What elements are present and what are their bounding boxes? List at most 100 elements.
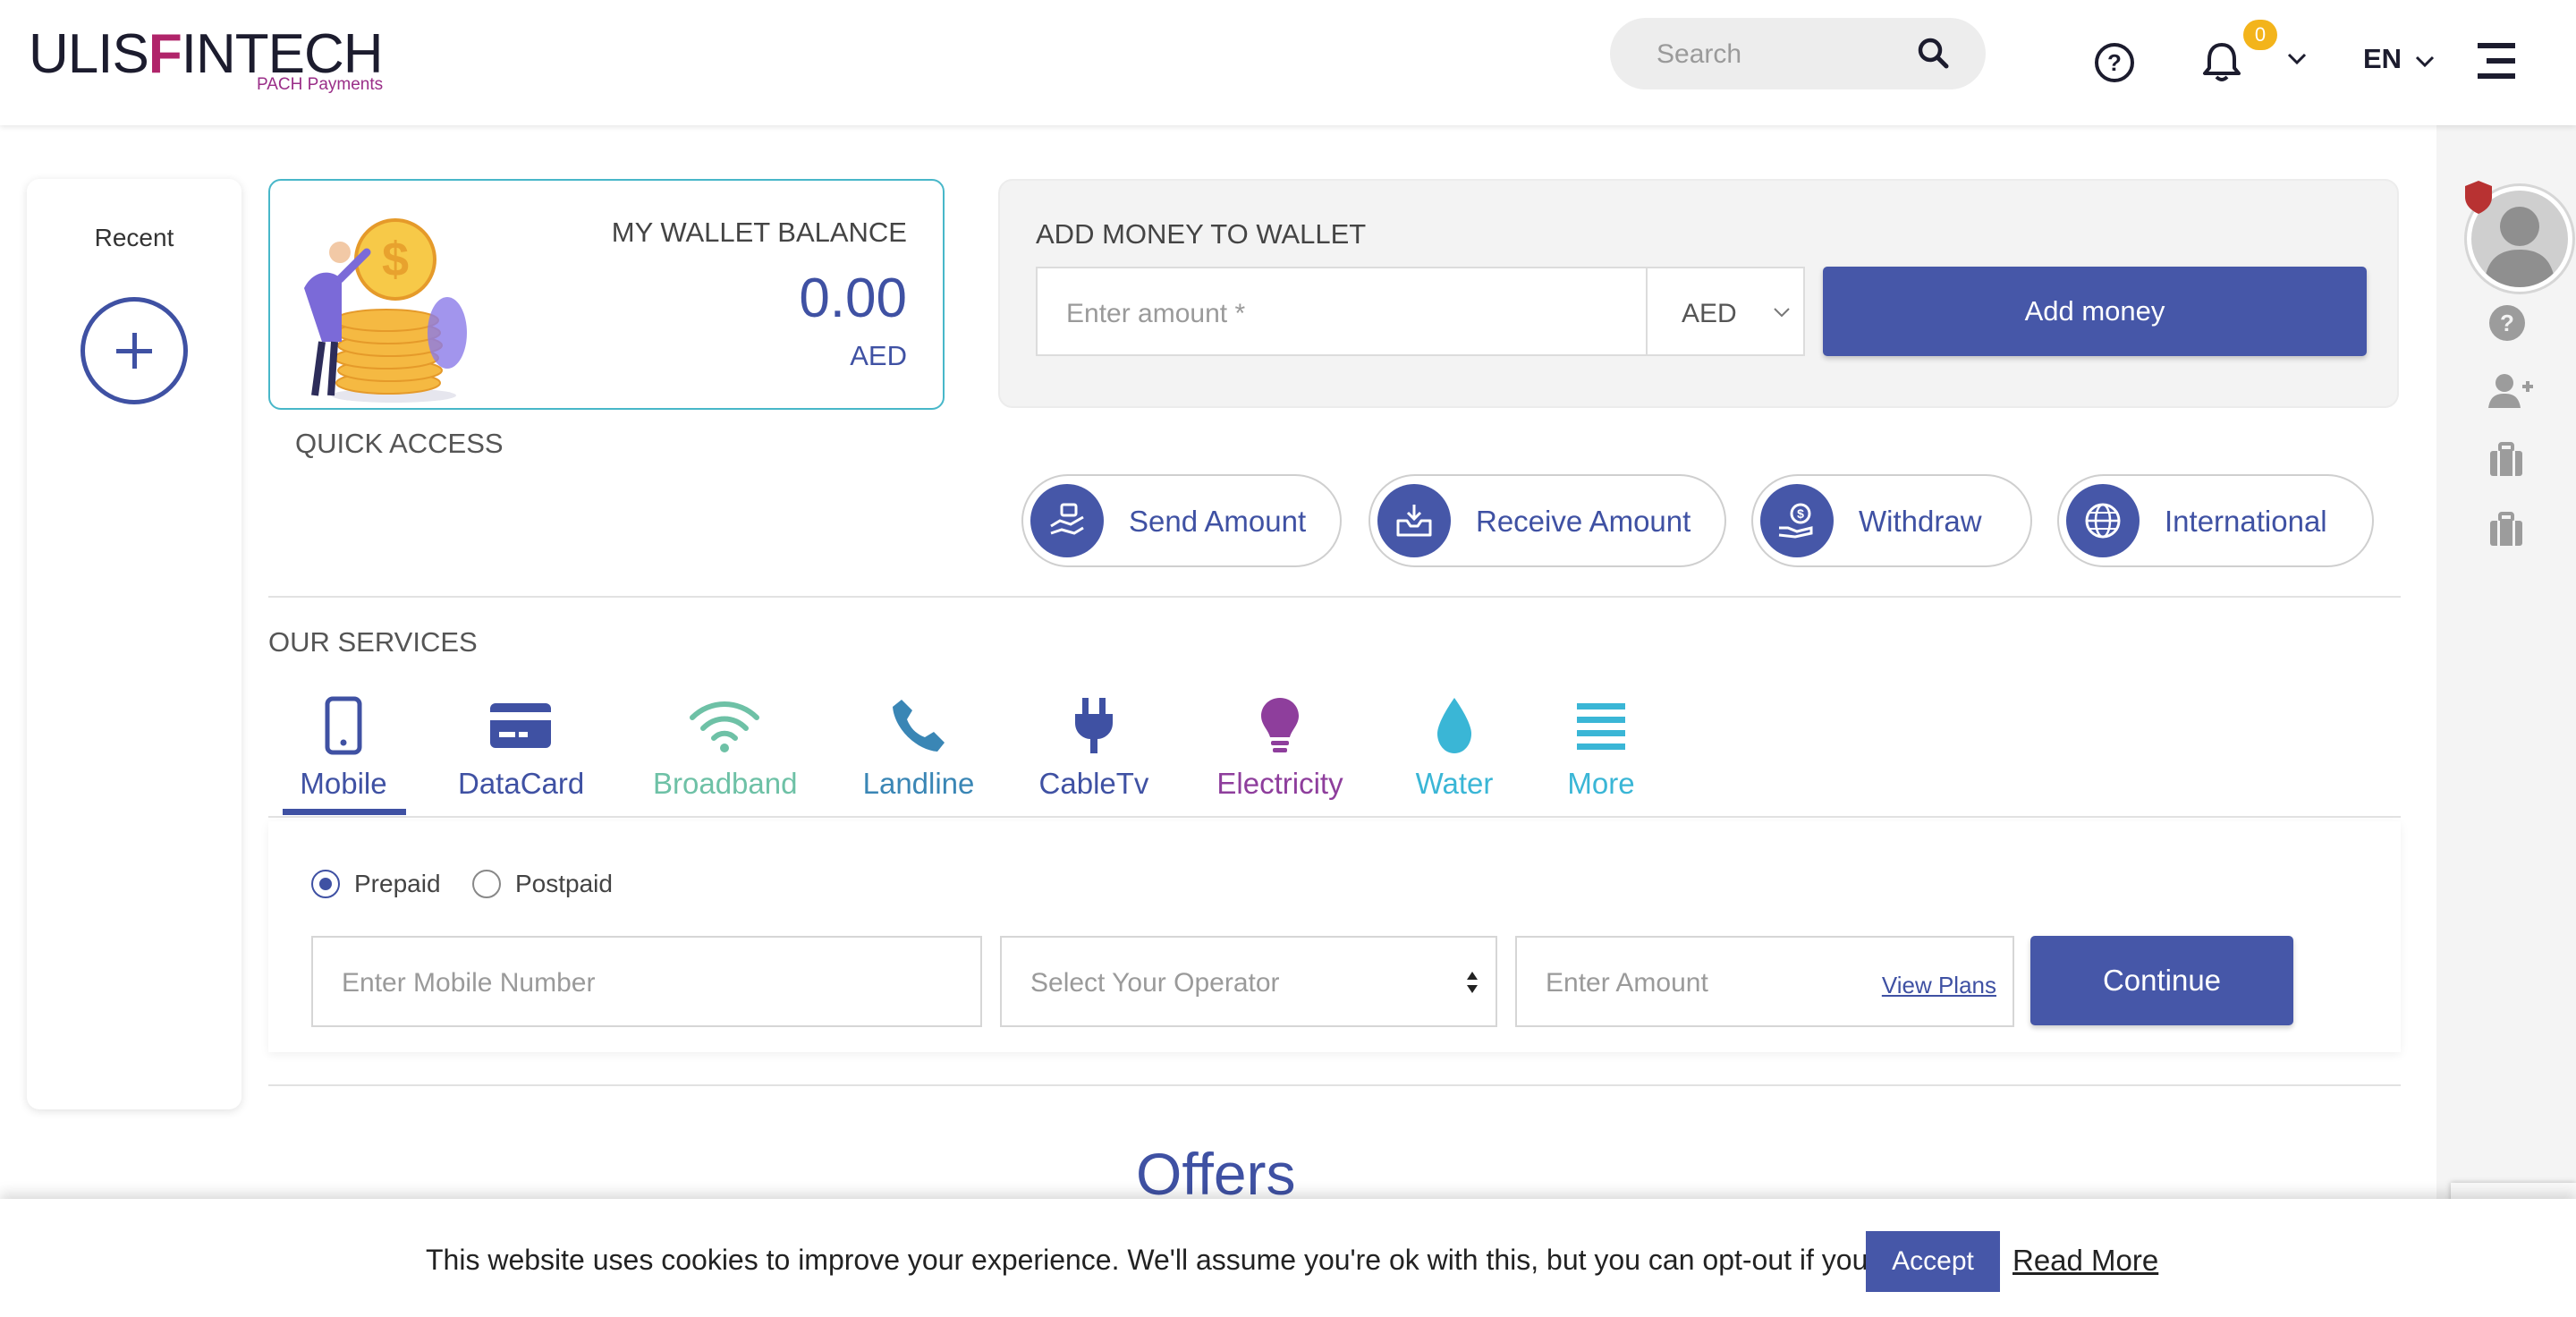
amount-placeholder[interactable]: Enter Amount [1546, 968, 1708, 998]
divider [268, 596, 2401, 598]
chevron-down-icon [1774, 308, 1790, 318]
add-money-title: ADD MONEY TO WALLET [1036, 218, 1367, 250]
plug-icon [1075, 698, 1113, 753]
international-button[interactable]: International [2057, 474, 2374, 567]
send-amount-label: Send Amount [1129, 505, 1307, 538]
tab-more[interactable]: More [1556, 696, 1646, 801]
amount-input[interactable]: Enter Amount View Plans [1515, 936, 2014, 1027]
withdraw-hand-icon: $ [1760, 484, 1834, 557]
tab-water-label: Water [1415, 767, 1494, 800]
add-money-button[interactable]: Add money [1823, 267, 2367, 356]
tab-mobile-label: Mobile [300, 767, 387, 800]
tab-more-label: More [1567, 767, 1635, 800]
divider [268, 1084, 2401, 1086]
language-label: EN [2363, 43, 2402, 74]
water-drop-icon [1437, 698, 1471, 753]
phone-icon [893, 700, 945, 752]
tab-cabletv-label: CableTv [1038, 767, 1149, 800]
globe-icon [2066, 484, 2140, 557]
bell-icon[interactable] [2200, 39, 2243, 89]
tab-landline[interactable]: Landline [860, 696, 977, 801]
offers-title: Offers [1136, 1141, 1296, 1207]
top-header: ULISFINTECH PACH Payments Search ? 0 EN [0, 0, 2576, 125]
withdraw-label: Withdraw [1859, 505, 1982, 538]
hamburger-menu-icon[interactable] [2478, 41, 2515, 85]
postpaid-radio[interactable] [472, 870, 501, 898]
tab-broadband-label: Broadband [653, 767, 798, 800]
currency-select[interactable]: AED [1646, 267, 1805, 356]
continue-button[interactable]: Continue [2030, 936, 2293, 1025]
view-plans-link[interactable]: View Plans [1882, 972, 1996, 999]
tab-electricity[interactable]: Electricity [1213, 696, 1347, 801]
tab-water[interactable]: Water [1410, 696, 1499, 801]
svg-text:$: $ [382, 233, 409, 286]
briefcase-icon[interactable] [2488, 442, 2524, 482]
right-sidebar: ? [2436, 125, 2576, 1317]
postpaid-label[interactable]: Postpaid [515, 870, 613, 898]
receive-amount-label: Receive Amount [1476, 505, 1691, 538]
chevron-down-icon[interactable] [2286, 52, 2308, 71]
coins-illustration: $ [304, 218, 467, 403]
tab-landline-label: Landline [862, 767, 975, 800]
tab-cabletv[interactable]: CableTv [1038, 696, 1150, 801]
mobile-number-input[interactable]: Enter Mobile Number [311, 936, 982, 1027]
operator-select[interactable]: Select Your Operator [1000, 936, 1497, 1027]
quick-access-title: QUICK ACCESS [295, 428, 504, 459]
amount-input[interactable]: Enter amount * [1036, 267, 1648, 356]
wallet-currency: AED [850, 340, 907, 371]
wallet-title: MY WALLET BALANCE [611, 217, 907, 248]
divider [268, 816, 2401, 818]
receive-amount-button[interactable]: Receive Amount [1368, 474, 1726, 567]
svg-text:$: $ [1797, 506, 1804, 521]
wallet-amount: 0.00 [799, 268, 907, 329]
add-user-icon[interactable] [2488, 372, 2533, 414]
recent-panel: Recent [27, 179, 242, 1109]
tab-datacard[interactable]: DataCard [458, 696, 585, 801]
cookie-message: This website uses cookies to improve you… [426, 1244, 1942, 1276]
prepaid-label[interactable]: Prepaid [354, 870, 441, 898]
svg-text:?: ? [2500, 310, 2514, 336]
tab-electricity-label: Electricity [1216, 767, 1343, 800]
wifi-icon [690, 701, 759, 752]
notification-count-badge: 0 [2243, 20, 2277, 50]
shield-icon [2463, 179, 2494, 219]
mobile-icon [325, 696, 362, 755]
datacard-icon [490, 703, 551, 748]
sort-arrows-icon [1467, 972, 1478, 993]
chevron-down-icon [2415, 55, 2434, 68]
logo-subtitle: PACH Payments [257, 75, 384, 94]
search-box[interactable]: Search [1610, 18, 1986, 89]
receive-tray-icon [1377, 484, 1451, 557]
withdraw-button[interactable]: $ Withdraw [1751, 474, 2032, 567]
services-title: OUR SERVICES [268, 626, 478, 658]
cookie-read-more-link[interactable]: Read More [2012, 1244, 2158, 1278]
send-amount-button[interactable]: Send Amount [1021, 474, 1342, 567]
briefcase-icon[interactable] [2488, 512, 2524, 552]
logo-text-left: ULIS [29, 23, 149, 85]
currency-value: AED [1682, 299, 1737, 328]
add-recent-button[interactable] [80, 297, 188, 404]
search-icon[interactable] [1916, 36, 1952, 76]
help-circle-icon[interactable]: ? [2488, 304, 2526, 346]
mobile-recharge-form: Prepaid Postpaid Enter Mobile Number Sel… [268, 821, 2401, 1052]
prepaid-radio[interactable] [311, 870, 340, 898]
operator-placeholder: Select Your Operator [1030, 968, 1280, 998]
send-money-icon [1030, 484, 1104, 557]
language-selector[interactable]: EN [2363, 43, 2435, 75]
recent-title: Recent [94, 224, 174, 251]
active-tab-indicator [283, 809, 406, 815]
amount-placeholder[interactable]: Enter amount * [1066, 299, 1245, 329]
bulb-icon [1261, 698, 1299, 752]
mobile-number-placeholder[interactable]: Enter Mobile Number [342, 968, 595, 998]
logo-f-mark: F [148, 23, 182, 85]
add-money-panel: ADD MONEY TO WALLET Enter amount * AED A… [998, 179, 2399, 408]
cookie-accept-button[interactable]: Accept [1866, 1231, 2000, 1292]
brand-logo[interactable]: ULISFINTECH PACH Payments [29, 23, 383, 94]
tab-mobile[interactable]: Mobile [299, 696, 388, 801]
search-placeholder[interactable]: Search [1657, 39, 1741, 70]
wallet-balance-card: $ MY WALLET BALANCE 0.00 AED [268, 179, 945, 410]
tab-broadband[interactable]: Broadband [653, 696, 798, 801]
help-icon[interactable]: ? [2093, 41, 2136, 89]
tab-datacard-label: DataCard [458, 767, 585, 800]
international-label: International [2165, 505, 2327, 538]
